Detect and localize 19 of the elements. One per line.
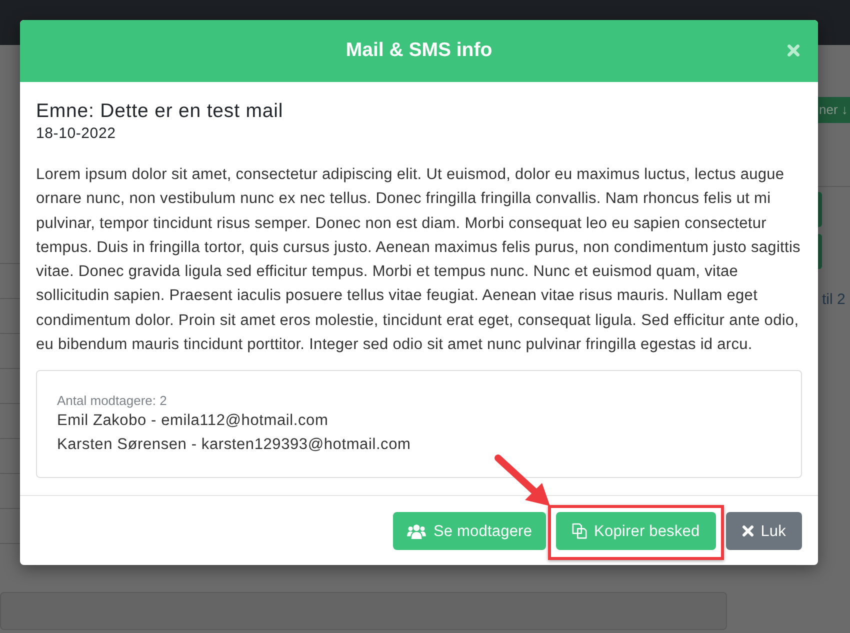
recipient-count: Antal modtagere: 2 bbox=[57, 393, 168, 410]
users-icon bbox=[407, 524, 426, 539]
close-button[interactable]: Luk bbox=[726, 512, 802, 550]
message-subject: Emne: Dette er en test mail bbox=[36, 99, 284, 124]
message-body: Lorem ipsum dolor sit amet, consectetur adipiscing elit. Ut euismod, dolor eu maximus luctus, lectus augue ornare nunc, non vestibulum nunc ex nec tellus. Donec fringilla fringilla convallis. Nam rhoncus felis ut mi pulvinar, tempor tincidunt risus semper. Donec non est diam. Morbi consequat leo eu sapien consectetur tempus. Duis in fringilla tortor, quis cursus justo. Aenean maximus felis purus, non condimentum justo sagittis vitae. Donec gravida ligula sed efficitur tempus. Morbi et tempus nunc. Nunc et euismod quam, vitae sollicitudin sapien. Praesent iaculis posuere tellus vitae feugiat. Aenean vitae risus mauris. Nullam eget condimentum dolor. Proin sit amet eros molestie, tincidunt erat eget, consequat ligula. Sed efficitur ante odio, eu bibendum mauris tincidunt porttitor. Integer sed odio sit amet nunc pulvinar fringilla egestas id arcu. bbox=[36, 165, 802, 356]
background-button-edge[interactable] bbox=[818, 192, 822, 227]
recipient-entry: Emil Zakobo - emila112@hotmail.com bbox=[57, 411, 330, 432]
modal-title: Mail & SMS info bbox=[346, 38, 492, 64]
see-recipients-button[interactable]: Se modtagere bbox=[393, 512, 546, 550]
background-text: til 2 bbox=[821, 290, 846, 310]
copy-icon bbox=[572, 523, 588, 540]
background-button[interactable]: ner ↓ bbox=[818, 97, 850, 123]
annotation-arrow bbox=[494, 454, 550, 506]
background-button-edge[interactable] bbox=[818, 234, 822, 269]
close-icon[interactable] bbox=[787, 44, 800, 57]
message-date: 18-10-2022 bbox=[36, 124, 117, 144]
recipient-entry: Karsten Sørensen - karsten129393@hotmail.com bbox=[57, 435, 412, 456]
close-icon bbox=[742, 525, 754, 538]
copy-message-button[interactable]: Kopirer besked bbox=[556, 512, 716, 550]
